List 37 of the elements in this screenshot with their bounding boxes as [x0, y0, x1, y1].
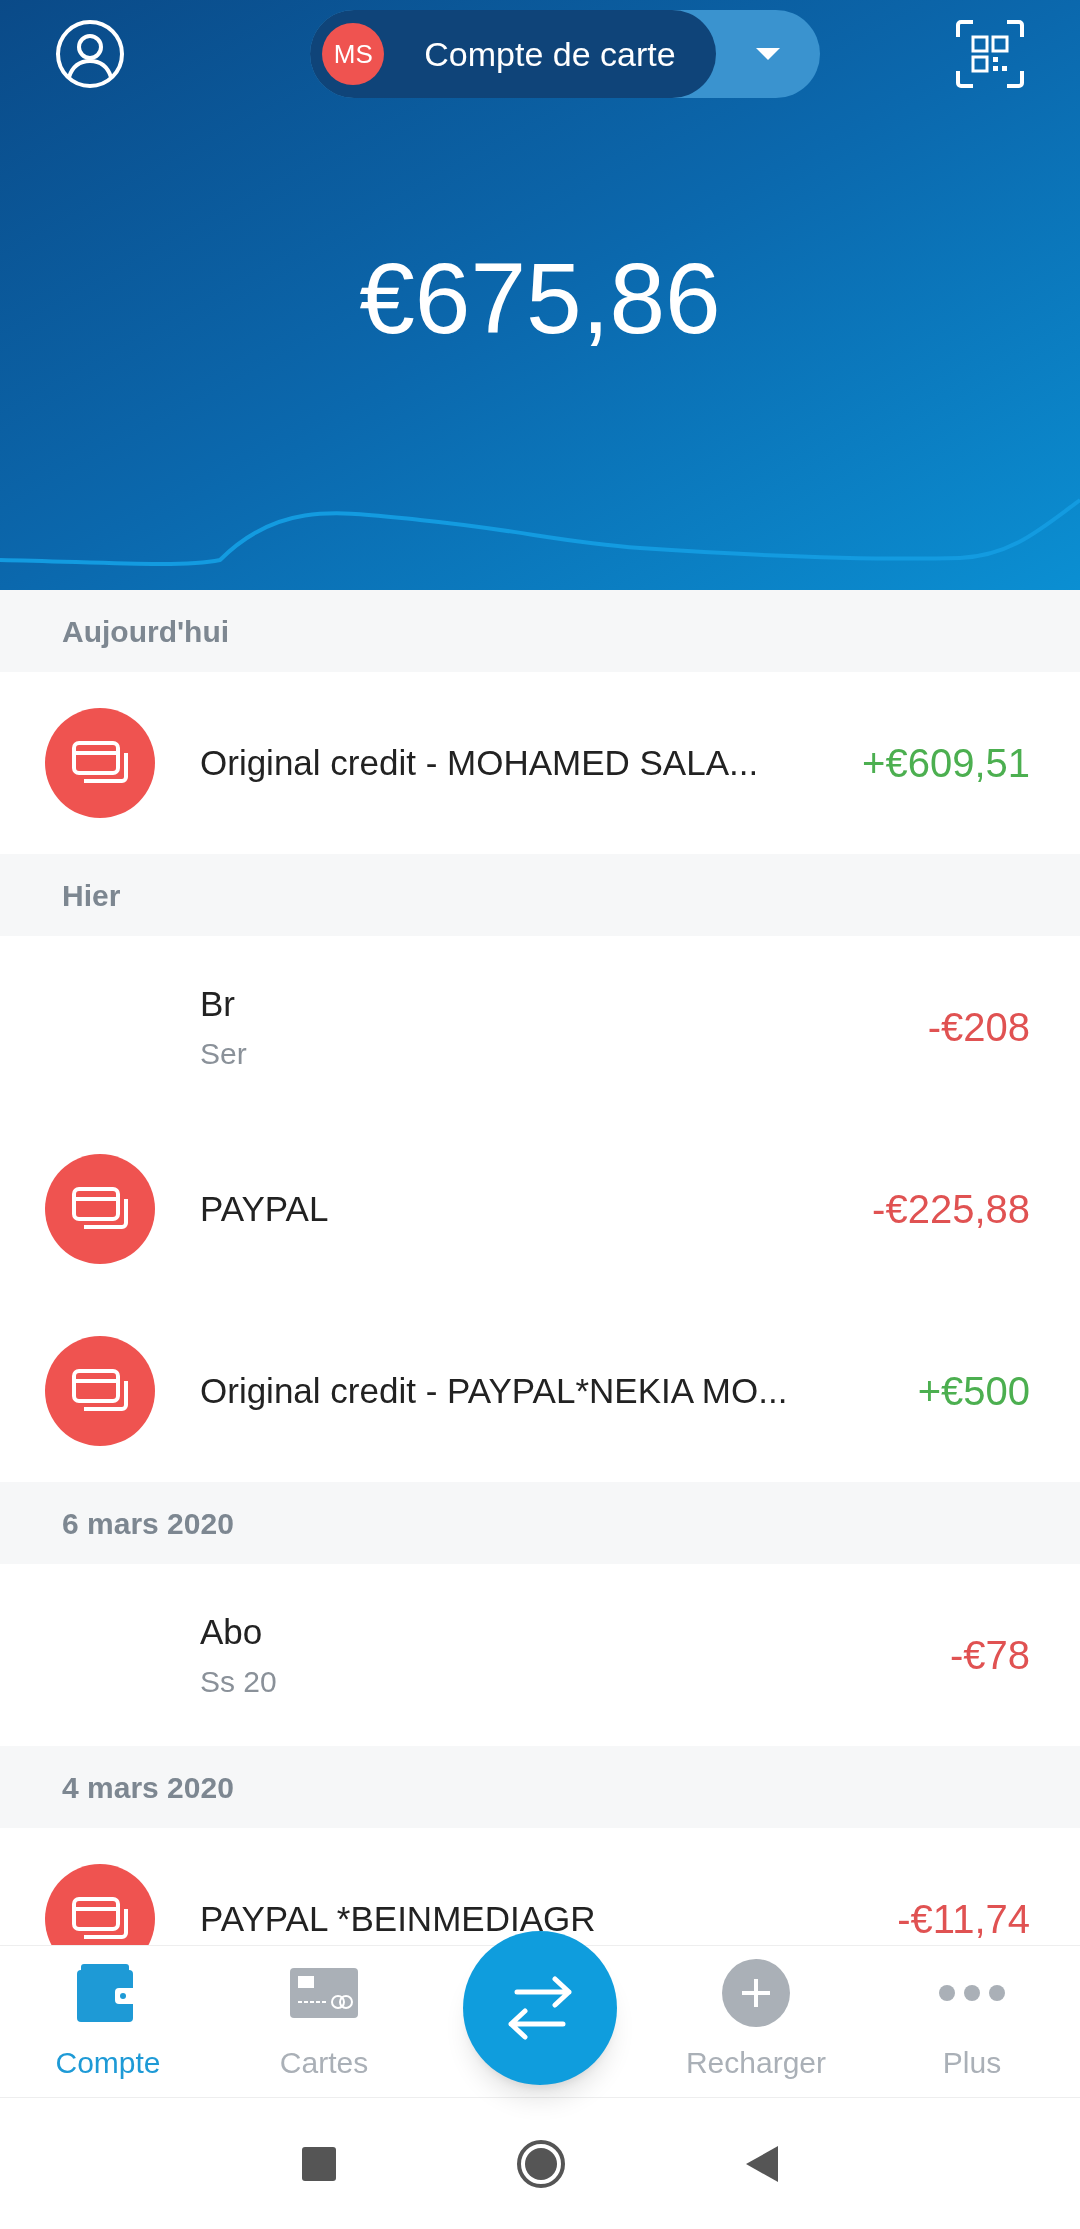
transaction-row[interactable]: PAYPAL -€225,88 — [0, 1118, 1080, 1300]
transaction-title: Abo — [200, 1611, 264, 1654]
transaction-amount: -€11,74 — [897, 1896, 1031, 1943]
transaction-amount: -€208 — [927, 1004, 1031, 1051]
date-header: 6 mars 2020 — [0, 1482, 1080, 1564]
qr-scan-icon[interactable] — [955, 19, 1025, 89]
date-header: 4 mars 2020 — [0, 1746, 1080, 1828]
account-selector[interactable]: MS Compte de carte — [310, 10, 820, 98]
dropdown-icon — [755, 48, 780, 60]
transaction-row[interactable]: Original credit - PAYPAL*NEKIA MO... +€500 — [0, 1300, 1080, 1482]
transaction-title: Original credit - MOHAMED SALA... — [200, 741, 760, 784]
transaction-amount: +€609,51 — [862, 740, 1031, 787]
transaction-row[interactable]: Br Ser -€208 — [0, 936, 1080, 1118]
avatar-initials: MS — [322, 23, 385, 85]
balance-amount: €675,86 — [359, 248, 721, 348]
account-name: Compte de carte — [424, 33, 676, 75]
transaction-title: PAYPAL — [200, 1187, 330, 1230]
transaction-amount: -€78 — [949, 1632, 1031, 1679]
card-icon — [290, 1968, 358, 2018]
transaction-row[interactable]: Abo Ss 20 -€78 — [0, 1564, 1080, 1746]
plus-icon — [722, 1959, 790, 2027]
swap-arrows-icon — [505, 1976, 575, 2040]
profile-icon[interactable] — [55, 19, 125, 89]
date-header: Aujourd'hui — [0, 590, 1080, 672]
transaction-amount: -€225,88 — [872, 1186, 1031, 1233]
date-header: Hier — [0, 854, 1080, 936]
transaction-row[interactable]: Original credit - MOHAMED SALA... +€609,51 — [0, 672, 1080, 854]
transaction-subtitle: Ss 20 — [200, 1663, 278, 1700]
more-icon — [938, 1983, 1006, 2003]
transaction-amount: +€500 — [917, 1368, 1031, 1415]
transaction-title: Original credit - PAYPAL*NEKIA MO... — [200, 1369, 789, 1412]
transaction-title: PAYPAL *BEINMEDIAGR — [200, 1897, 597, 1940]
home-icon[interactable] — [516, 2138, 566, 2189]
transaction-title: Br — [200, 983, 236, 1026]
recent-apps-icon[interactable] — [302, 2146, 336, 2181]
transaction-subtitle: Ser — [200, 1035, 248, 1072]
back-icon[interactable] — [746, 2145, 778, 2182]
